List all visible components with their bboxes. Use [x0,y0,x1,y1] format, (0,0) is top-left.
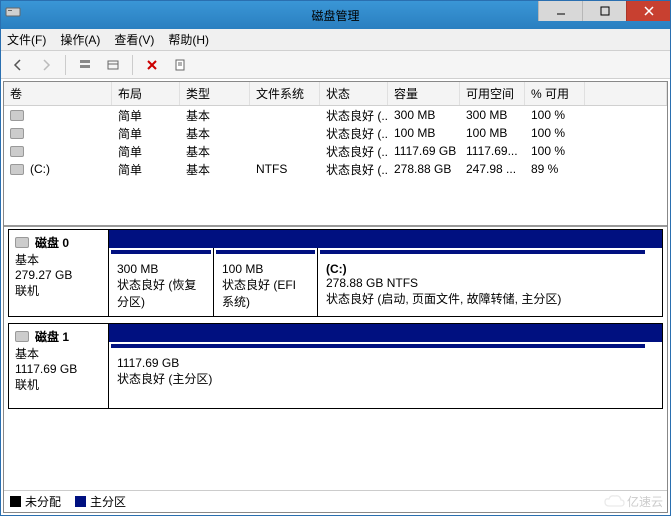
disk-0-banner [109,230,662,248]
volume-list: 卷 布局 类型 文件系统 状态 容量 可用空间 % 可用 简单基本 状态良好 (… [4,82,667,227]
col-layout[interactable]: 布局 [112,82,180,105]
disk-0-info: 磁盘 0 基本 279.27 GB 联机 [9,230,109,316]
disk-0-size: 279.27 GB [15,268,102,282]
delete-button[interactable] [141,54,163,76]
forward-button[interactable] [35,54,57,76]
maximize-button[interactable] [582,1,626,21]
disk-1[interactable]: 磁盘 1 基本 1117.69 GB 联机 1117.69 GB状态良好 (主分… [8,323,663,409]
col-pct[interactable]: % 可用 [525,82,585,105]
volume-icon [10,164,24,175]
unallocated-swatch [10,496,21,507]
volume-row[interactable]: (C:) 简单基本NTFS 状态良好 (...278.88 GB247.98 .… [4,160,667,178]
disk-icon [15,237,29,248]
close-button[interactable] [626,1,670,21]
toolbar [1,51,670,79]
disk-0-title: 磁盘 0 [35,234,69,251]
watermark: 亿速云 [603,493,663,510]
legend-primary: 主分区 [75,493,126,510]
disk-1-status: 联机 [15,376,102,393]
col-fs[interactable]: 文件系统 [250,82,320,105]
partition[interactable]: 300 MB状态良好 (恢复分区) [109,248,213,316]
menu-view[interactable]: 查看(V) [114,31,154,48]
volume-icon [10,110,24,121]
col-capacity[interactable]: 容量 [388,82,460,105]
properties-button[interactable] [169,54,191,76]
menu-action[interactable]: 操作(A) [60,31,100,48]
primary-swatch [75,496,86,507]
volume-header: 卷 布局 类型 文件系统 状态 容量 可用空间 % 可用 [4,82,667,106]
menu-help[interactable]: 帮助(H) [168,31,209,48]
partition[interactable]: 100 MB状态良好 (EFI 系统) [213,248,317,316]
disk-1-info: 磁盘 1 基本 1117.69 GB 联机 [9,324,109,408]
window-title: 磁盘管理 [311,7,359,24]
disk-0-type: 基本 [15,251,102,268]
minimize-button[interactable] [538,1,582,21]
disk-icon [15,331,29,342]
disk-0[interactable]: 磁盘 0 基本 279.27 GB 联机 300 MB状态良好 (恢复分区)10… [8,229,663,317]
col-type[interactable]: 类型 [180,82,250,105]
disk-1-banner [109,324,662,342]
disk-1-title: 磁盘 1 [35,328,69,345]
view-button[interactable] [74,54,96,76]
menu-file[interactable]: 文件(F) [7,31,46,48]
col-volume[interactable]: 卷 [4,82,112,105]
disk-map: 磁盘 0 基本 279.27 GB 联机 300 MB状态良好 (恢复分区)10… [4,227,667,490]
partition[interactable]: 1117.69 GB状态良好 (主分区) [109,342,647,408]
partition[interactable]: (C:)278.88 GB NTFS状态良好 (启动, 页面文件, 故障转储, … [317,248,647,316]
legend-unallocated: 未分配 [10,493,61,510]
volume-icon [10,146,24,157]
app-icon [5,4,27,26]
disk-1-type: 基本 [15,345,102,362]
col-status[interactable]: 状态 [320,82,388,105]
disk-0-status: 联机 [15,282,102,299]
disk-1-size: 1117.69 GB [15,362,102,376]
menubar: 文件(F) 操作(A) 查看(V) 帮助(H) [1,29,670,51]
col-free[interactable]: 可用空间 [460,82,525,105]
back-button[interactable] [7,54,29,76]
refresh-button[interactable] [102,54,124,76]
legend: 未分配 主分区 [4,490,667,512]
volume-icon [10,128,24,139]
titlebar: 磁盘管理 [1,1,670,29]
